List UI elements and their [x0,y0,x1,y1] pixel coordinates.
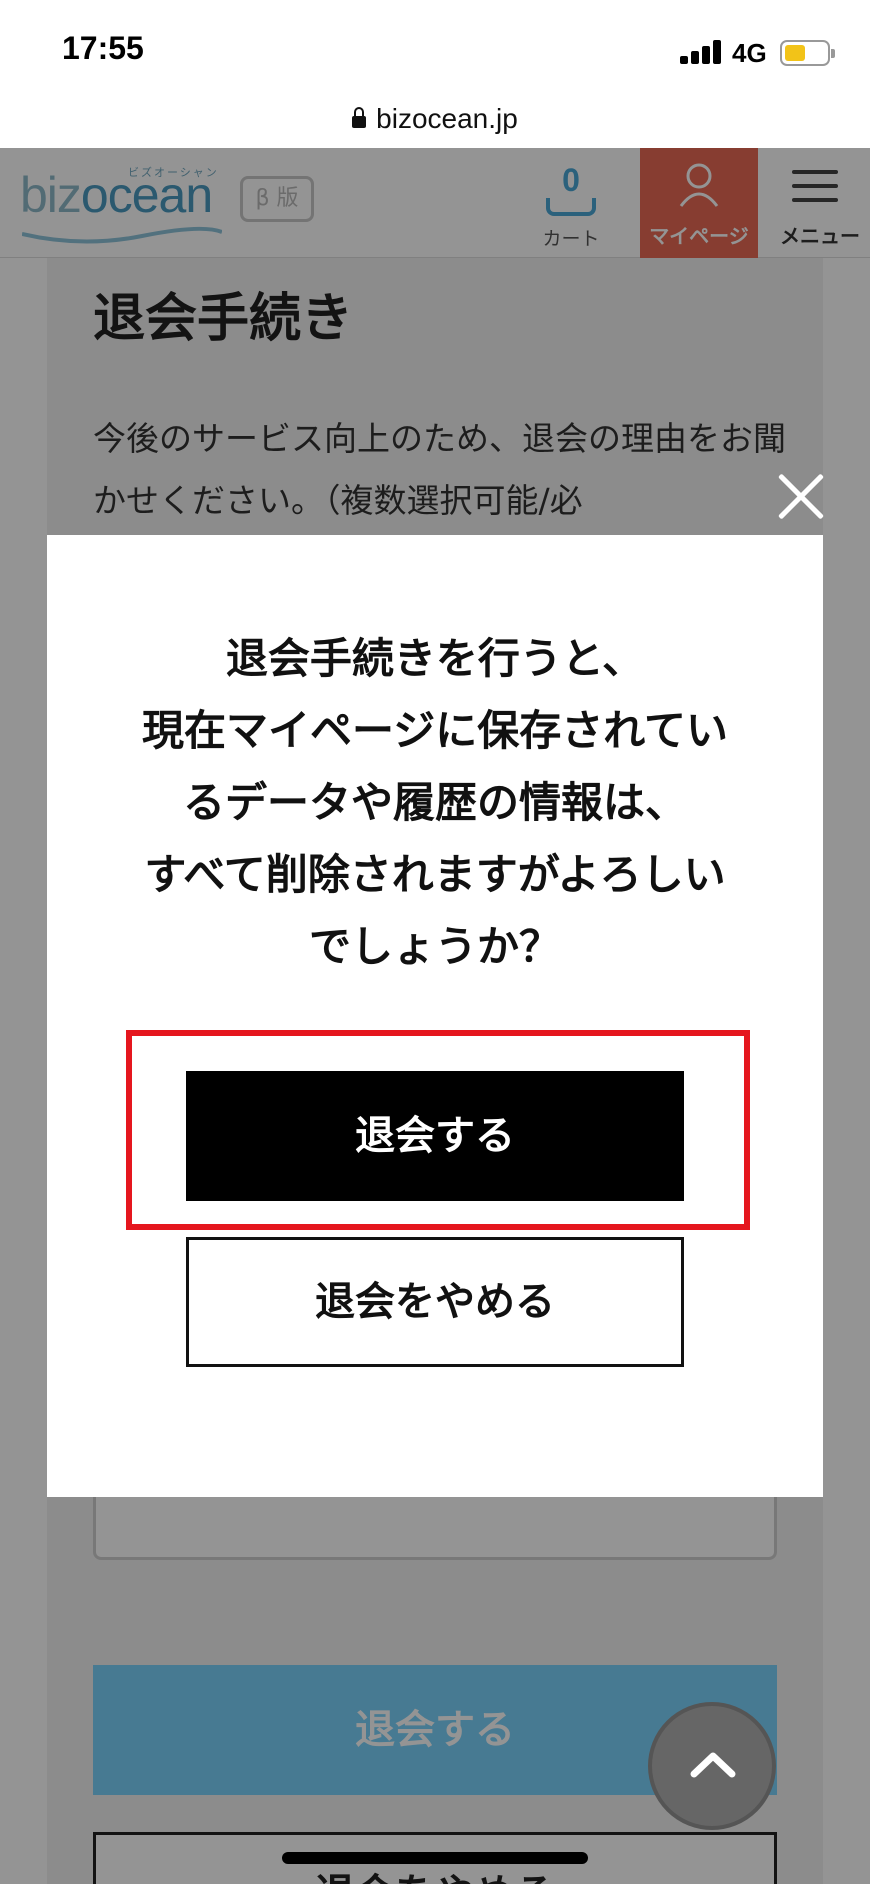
lock-icon [352,106,367,128]
withdraw-confirm-button[interactable]: 退会する [186,1071,684,1201]
status-time: 17:55 [62,30,144,66]
confirm-dialog: 退会手続きを行うと、 現在マイページに保存されてい るデータや履歴の情報は、 す… [47,535,823,1497]
signal-icon [680,40,724,64]
dialog-message-line: でしょうか？ [308,922,561,971]
url-text: bizocean.jp [376,103,518,134]
chevron-up-icon [690,1752,736,1778]
dialog-message: 退会手続きを行うと、 現在マイページに保存されてい るデータや履歴の情報は、 す… [97,623,773,983]
dialog-message-line: 現在マイページに保存されてい [142,706,728,755]
withdraw-cancel-button[interactable]: 退会をやめる [186,1237,684,1367]
status-bar: 17:55 4G [0,0,870,90]
dialog-message-line: るデータや履歴の情報は、 [182,778,687,827]
dialog-message-line: 退会手続きを行うと、 [225,634,645,683]
network-type: 4G [732,38,767,68]
close-icon[interactable] [775,470,827,522]
battery-icon [780,40,835,66]
scroll-top-button[interactable] [648,1702,776,1830]
home-indicator [282,1852,588,1864]
dialog-message-line: すべて削除されますがよろしい [144,850,726,899]
address-bar[interactable]: bizocean.jp [0,90,870,148]
